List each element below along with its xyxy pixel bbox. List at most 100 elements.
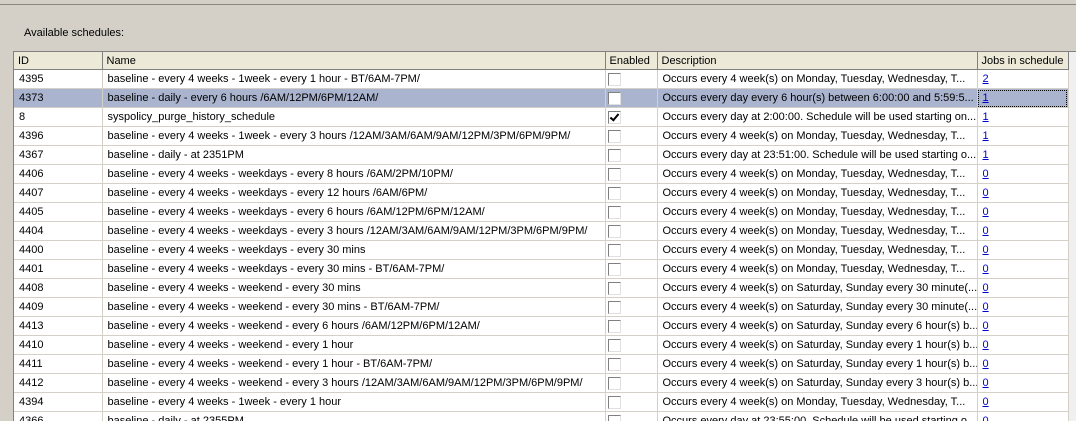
jobs-count-link[interactable]: 1 [983, 111, 989, 123]
table-row[interactable]: 4400 baseline - every 4 weeks - weekdays… [14, 241, 1068, 260]
table-row[interactable]: 4401 baseline - every 4 weeks - weekdays… [14, 260, 1068, 279]
jobs-count-link[interactable]: 1 [983, 92, 989, 104]
table-row[interactable]: 4405 baseline - every 4 weeks - weekdays… [14, 203, 1068, 222]
table-row[interactable]: 4373 baseline - daily - every 6 hours /6… [14, 89, 1068, 108]
enabled-cell [605, 298, 657, 317]
jobs-count-link[interactable]: 0 [983, 301, 989, 313]
jobs-count-link[interactable]: 0 [983, 187, 989, 199]
table-row[interactable]: 4408 baseline - every 4 weeks - weekend … [14, 279, 1068, 298]
column-header-description[interactable]: Description [657, 52, 977, 70]
table-row[interactable]: 4406 baseline - every 4 weeks - weekdays… [14, 165, 1068, 184]
jobs-cell: 0 [977, 241, 1068, 260]
jobs-cell: 0 [977, 393, 1068, 412]
enabled-checkbox[interactable] [608, 263, 621, 276]
enabled-checkbox[interactable] [608, 149, 621, 162]
jobs-count-link[interactable]: 0 [983, 415, 989, 421]
schedule-id: 4405 [14, 203, 102, 222]
table-row[interactable]: 4395 baseline - every 4 weeks - 1week - … [14, 70, 1068, 89]
jobs-count-link[interactable]: 1 [983, 149, 989, 161]
enabled-checkbox[interactable] [608, 130, 621, 143]
enabled-checkbox[interactable] [608, 206, 621, 219]
jobs-count-link[interactable]: 0 [983, 358, 989, 370]
schedule-description: Occurs every 4 week(s) on Saturday, Sund… [657, 317, 977, 336]
jobs-cell: 2 [977, 70, 1068, 89]
vertical-scrollbar[interactable] [1069, 52, 1076, 421]
enabled-checkbox[interactable] [608, 282, 621, 295]
schedule-id: 4401 [14, 260, 102, 279]
schedule-name: baseline - every 4 weeks - weekend - eve… [102, 336, 605, 355]
table-row[interactable]: 4396 baseline - every 4 weeks - 1week - … [14, 127, 1068, 146]
jobs-count-link[interactable]: 0 [983, 320, 989, 332]
table-row[interactable]: 4412 baseline - every 4 weeks - weekend … [14, 374, 1068, 393]
enabled-checkbox[interactable] [608, 339, 621, 352]
schedule-id: 4373 [14, 89, 102, 108]
jobs-count-link[interactable]: 0 [983, 168, 989, 180]
jobs-count-link[interactable]: 0 [983, 377, 989, 389]
header-row: ID Name Enabled Description Jobs in sche… [14, 52, 1068, 70]
jobs-cell: 0 [977, 203, 1068, 222]
schedule-description: Occurs every 4 week(s) on Monday, Tuesda… [657, 127, 977, 146]
table-row[interactable]: 4367 baseline - daily - at 2351PM Occurs… [14, 146, 1068, 165]
schedule-id: 4396 [14, 127, 102, 146]
enabled-cell [605, 108, 657, 127]
enabled-checkbox[interactable] [608, 92, 621, 105]
enabled-checkbox[interactable] [608, 301, 621, 314]
schedule-name: baseline - daily - every 6 hours /6AM/12… [102, 89, 605, 108]
enabled-checkbox[interactable] [608, 358, 621, 371]
enabled-checkbox[interactable] [608, 73, 621, 86]
enabled-checkbox[interactable] [608, 111, 621, 124]
schedule-name: baseline - every 4 weeks - weekdays - ev… [102, 203, 605, 222]
jobs-count-link[interactable]: 0 [983, 225, 989, 237]
enabled-checkbox[interactable] [608, 187, 621, 200]
column-header-enabled[interactable]: Enabled [605, 52, 657, 70]
jobs-count-link[interactable]: 0 [983, 263, 989, 275]
table-row[interactable]: 4394 baseline - every 4 weeks - 1week - … [14, 393, 1068, 412]
jobs-cell: 1 [977, 146, 1068, 165]
jobs-count-link[interactable]: 0 [983, 396, 989, 408]
column-header-name[interactable]: Name [102, 52, 605, 70]
schedule-name: baseline - every 4 weeks - weekend - eve… [102, 374, 605, 393]
schedule-id: 4412 [14, 374, 102, 393]
table-row[interactable]: 4410 baseline - every 4 weeks - weekend … [14, 336, 1068, 355]
table-row[interactable]: 8 syspolicy_purge_history_schedule Occur… [14, 108, 1068, 127]
schedule-description: Occurs every day at 23:51:00. Schedule w… [657, 146, 977, 165]
jobs-cell: 0 [977, 222, 1068, 241]
jobs-cell: 0 [977, 184, 1068, 203]
schedules-grid[interactable]: ID Name Enabled Description Jobs in sche… [13, 51, 1076, 421]
schedule-description: Occurs every 4 week(s) on Saturday, Sund… [657, 355, 977, 374]
table-row[interactable]: 4413 baseline - every 4 weeks - weekend … [14, 317, 1068, 336]
jobs-cell: 0 [977, 336, 1068, 355]
enabled-checkbox[interactable] [608, 225, 621, 238]
jobs-cell: 1 [977, 127, 1068, 146]
schedule-id: 4410 [14, 336, 102, 355]
schedule-name: baseline - every 4 weeks - weekdays - ev… [102, 222, 605, 241]
enabled-checkbox[interactable] [608, 415, 621, 421]
jobs-count-link[interactable]: 0 [983, 206, 989, 218]
enabled-checkbox[interactable] [608, 244, 621, 257]
table-row[interactable]: 4411 baseline - every 4 weeks - weekend … [14, 355, 1068, 374]
jobs-count-link[interactable]: 0 [983, 282, 989, 294]
jobs-count-link[interactable]: 0 [983, 244, 989, 256]
enabled-cell [605, 355, 657, 374]
jobs-count-link[interactable]: 0 [983, 339, 989, 351]
enabled-checkbox[interactable] [608, 377, 621, 390]
table-row[interactable]: 4409 baseline - every 4 weeks - weekend … [14, 298, 1068, 317]
schedule-name: baseline - every 4 weeks - weekdays - ev… [102, 184, 605, 203]
schedule-description: Occurs every day every 6 hour(s) between… [657, 89, 977, 108]
enabled-checkbox[interactable] [608, 168, 621, 181]
jobs-cell: 0 [977, 374, 1068, 393]
jobs-count-link[interactable]: 2 [983, 73, 989, 85]
enabled-checkbox[interactable] [608, 320, 621, 333]
schedule-description: Occurs every 4 week(s) on Monday, Tuesda… [657, 184, 977, 203]
table-row[interactable]: 4404 baseline - every 4 weeks - weekdays… [14, 222, 1068, 241]
column-header-id[interactable]: ID [14, 52, 102, 70]
schedule-name: baseline - every 4 weeks - weekdays - ev… [102, 260, 605, 279]
divider [0, 4, 1076, 5]
schedule-description: Occurs every 4 week(s) on Monday, Tuesda… [657, 70, 977, 89]
enabled-checkbox[interactable] [608, 396, 621, 409]
table-row[interactable]: 4407 baseline - every 4 weeks - weekdays… [14, 184, 1068, 203]
jobs-count-link[interactable]: 1 [983, 130, 989, 142]
enabled-cell [605, 127, 657, 146]
column-header-jobs[interactable]: Jobs in schedule [977, 52, 1068, 70]
schedule-name: baseline - every 4 weeks - 1week - every… [102, 127, 605, 146]
